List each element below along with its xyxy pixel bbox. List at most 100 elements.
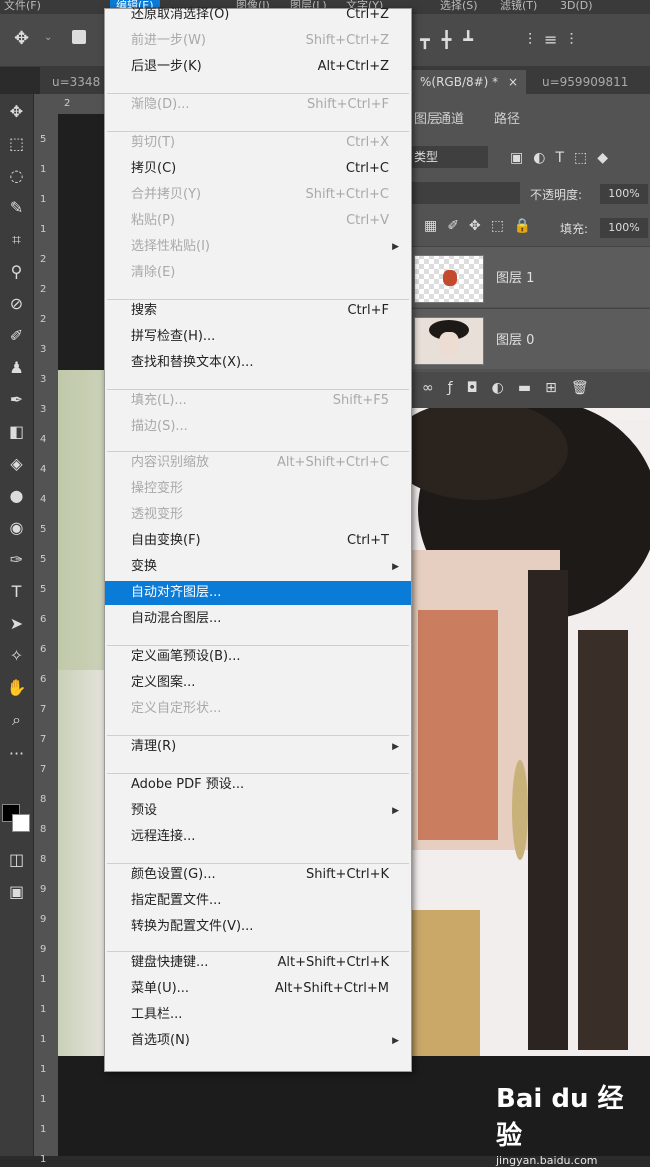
menu-item[interactable]: 指定配置文件... — [105, 889, 411, 913]
eyedropper-icon[interactable]: ⚲ — [0, 258, 33, 286]
menu-item[interactable]: 拷贝(C) Ctrl+C — [105, 157, 411, 181]
menu-item[interactable]: 定义画笔预设(B)... — [105, 645, 411, 669]
eraser-tool-icon[interactable]: ◧ — [0, 418, 33, 446]
ruler-number: 5 — [40, 554, 47, 565]
type-tool-icon[interactable]: T — [0, 578, 33, 606]
menu-item-label: 预设 — [131, 803, 158, 818]
blend-mode-select[interactable] — [410, 182, 520, 204]
shape-tool-icon[interactable]: ✧ — [0, 642, 33, 670]
blur-tool-icon[interactable]: ● — [0, 482, 33, 510]
menu-item[interactable]: 清除(E) — [105, 261, 411, 285]
menu-item-shortcut: Ctrl+Z — [346, 7, 389, 22]
chevron-down-icon[interactable]: ⌄ — [44, 32, 52, 43]
dodge-tool-icon[interactable]: ◉ — [0, 514, 33, 542]
menu-item[interactable]: 颜色设置(G)... Shift+Ctrl+K — [105, 863, 411, 887]
menu-item[interactable]: 转换为配置文件(V)... — [105, 915, 411, 939]
fill-input[interactable]: 100% — [600, 218, 648, 238]
menu-item[interactable]: 定义图案... — [105, 671, 411, 695]
tab-document-active[interactable]: %(RGB/8#) * × — [412, 70, 527, 94]
menu-filter[interactable]: 滤镜(T) — [500, 0, 537, 14]
crop-tool-icon[interactable]: ⌗ — [0, 226, 33, 254]
ruler-number: 8 — [40, 794, 47, 805]
tab-document-1[interactable]: u=3348 — [44, 70, 108, 94]
layer-row[interactable]: 图层 1 — [410, 246, 650, 307]
paint-bucket-icon[interactable]: ◈ — [0, 450, 33, 478]
submenu-arrow-icon: ▶ — [392, 562, 399, 572]
menu-item-label: 首选项(N) — [131, 1033, 190, 1048]
layer-name[interactable]: 图层 1 — [496, 267, 534, 286]
stamp-tool-icon[interactable]: ♟ — [0, 354, 33, 382]
layer-row[interactable]: 图层 0 — [410, 308, 650, 369]
distribute-icons[interactable]: ⫶≡⫶ — [528, 30, 585, 50]
menu-item[interactable]: 粘贴(P) Ctrl+V — [105, 209, 411, 233]
close-icon[interactable]: × — [508, 75, 518, 89]
history-brush-icon[interactable]: ✒ — [0, 386, 33, 414]
menu-select[interactable]: 选择(S) — [440, 0, 478, 14]
hand-tool-icon[interactable]: ✋ — [0, 674, 33, 702]
lasso-tool-icon[interactable]: ◌ — [0, 162, 33, 190]
menu-item[interactable]: 远程连接... — [105, 825, 411, 849]
screen-mode-icon[interactable]: ▣ — [0, 878, 33, 906]
quick-mask-icon[interactable]: ◫ — [0, 846, 33, 874]
menu-item[interactable]: 还原取消选择(O) Ctrl+Z — [105, 3, 411, 27]
menu-item-label: 拼写检查(H)... — [131, 329, 216, 344]
menu-3d[interactable]: 3D(D) — [560, 0, 593, 14]
lock-icons[interactable]: ▦✐✥⬚🔒 — [424, 218, 541, 234]
menu-item[interactable]: 搜索 Ctrl+F — [105, 299, 411, 323]
tab-channels[interactable]: 通道 — [438, 108, 464, 127]
menu-item[interactable]: 前进一步(W) Shift+Ctrl+Z — [105, 29, 411, 53]
menu-item[interactable]: 定义自定形状... — [105, 697, 411, 721]
layer-action-icons[interactable]: ∞ƒ◘◐▬⊞🗑 — [422, 380, 603, 396]
menu-file[interactable]: 文件(F) — [4, 0, 41, 14]
menu-item[interactable]: 工具栏... — [105, 1003, 411, 1027]
filter-icons[interactable]: ▣◐T⬚◆ — [510, 150, 618, 166]
menu-item[interactable]: 变换 ▶ — [105, 555, 411, 579]
move-icon[interactable]: ✥ — [14, 28, 29, 49]
path-select-icon[interactable]: ➤ — [0, 610, 33, 638]
marquee-tool-icon[interactable]: ⬚ — [0, 130, 33, 158]
opacity-input[interactable]: 100% — [600, 184, 648, 204]
layers-footer: ∞ƒ◘◐▬⊞🗑 — [410, 372, 650, 408]
kind-filter-label: 类型 — [414, 150, 439, 164]
auto-select-checkbox[interactable] — [72, 30, 86, 44]
menu-item[interactable]: 操控变形 — [105, 477, 411, 501]
menu-item[interactable]: 渐隐(D)... Shift+Ctrl+F — [105, 93, 411, 117]
move-tool-icon[interactable]: ✥ — [0, 98, 33, 126]
menu-item[interactable]: Adobe PDF 预设... — [105, 773, 411, 797]
quick-select-icon[interactable]: ✎ — [0, 194, 33, 222]
ruler-number: 7 — [40, 734, 47, 745]
healing-brush-icon[interactable]: ⊘ — [0, 290, 33, 318]
pen-tool-icon[interactable]: ✑ — [0, 546, 33, 574]
menu-item[interactable]: 拼写检查(H)... — [105, 325, 411, 349]
menu-item[interactable]: 清理(R) ▶ — [105, 735, 411, 759]
kind-filter-select[interactable]: 类型 — [410, 146, 488, 168]
background-color-swatch[interactable] — [12, 814, 30, 832]
menu-item[interactable]: 选择性粘贴(I) ▶ — [105, 235, 411, 259]
menu-item[interactable]: 合并拷贝(Y) Shift+Ctrl+C — [105, 183, 411, 207]
menu-item[interactable]: 查找和替换文本(X)... — [105, 351, 411, 375]
menu-item[interactable]: 剪切(T) Ctrl+X — [105, 131, 411, 155]
more-tools-icon[interactable]: ··· — [0, 740, 33, 768]
menu-item[interactable]: 首选项(N) ▶ — [105, 1029, 411, 1053]
menu-item[interactable]: 透视变形 — [105, 503, 411, 527]
layer-name[interactable]: 图层 0 — [496, 329, 534, 348]
menu-item[interactable]: 预设 ▶ — [105, 799, 411, 823]
menu-item[interactable]: 菜单(U)... Alt+Shift+Ctrl+M — [105, 977, 411, 1001]
menu-item[interactable]: 自由变换(F) Ctrl+T — [105, 529, 411, 553]
menu-item-label: 查找和替换文本(X)... — [131, 355, 254, 370]
tab-document-3[interactable]: u=959909811 — [534, 70, 636, 94]
menu-item-label: 透视变形 — [131, 507, 184, 522]
brush-tool-icon[interactable]: ✐ — [0, 322, 33, 350]
menu-item[interactable]: 填充(L)... Shift+F5 — [105, 389, 411, 413]
menu-item[interactable]: 后退一步(K) Alt+Ctrl+Z — [105, 55, 411, 79]
menu-item[interactable]: 描边(S)... — [105, 415, 411, 439]
menu-item[interactable]: 自动对齐图层... — [105, 581, 411, 605]
zoom-tool-icon[interactable]: ⌕ — [0, 706, 33, 734]
tab-paths[interactable]: 路径 — [494, 108, 520, 127]
menu-item[interactable]: 内容识别缩放 Alt+Shift+Ctrl+C — [105, 451, 411, 475]
tab-layers[interactable]: 图层 — [414, 108, 440, 127]
align-icons[interactable]: ┳╋┻ — [420, 30, 485, 49]
menu-item-shortcut: Ctrl+C — [345, 161, 389, 176]
menu-item[interactable]: 自动混合图层... — [105, 607, 411, 631]
menu-item[interactable]: 键盘快捷键... Alt+Shift+Ctrl+K — [105, 951, 411, 975]
